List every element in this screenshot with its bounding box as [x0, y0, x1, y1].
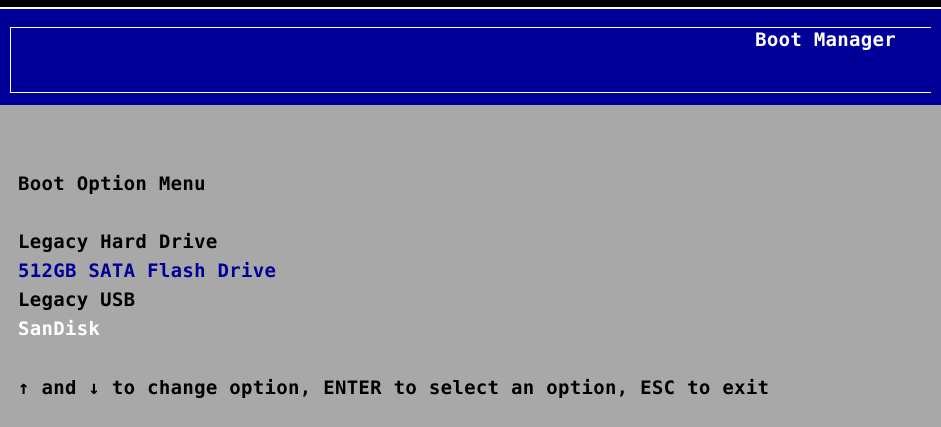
boot-manager-screen: Boot Manager Boot Option Menu Legacy Har…	[0, 0, 941, 427]
page-title: Boot Manager	[755, 29, 896, 51]
group-label-legacy-hard-drive: Legacy Hard Drive	[18, 231, 218, 253]
group-label-legacy-usb: Legacy USB	[18, 289, 136, 311]
help-text: ↑ and ↓ to change option, ENTER to selec…	[18, 377, 770, 399]
boot-option-512gb-sata-flash-drive[interactable]: 512GB SATA Flash Drive	[18, 262, 276, 281]
header-bar: Boot Manager	[0, 7, 941, 105]
boot-option-sandisk[interactable]: SanDisk	[18, 320, 100, 339]
menu-heading: Boot Option Menu	[18, 173, 206, 195]
boot-menu-panel: Boot Option Menu Legacy Hard Drive 512GB…	[0, 105, 941, 427]
